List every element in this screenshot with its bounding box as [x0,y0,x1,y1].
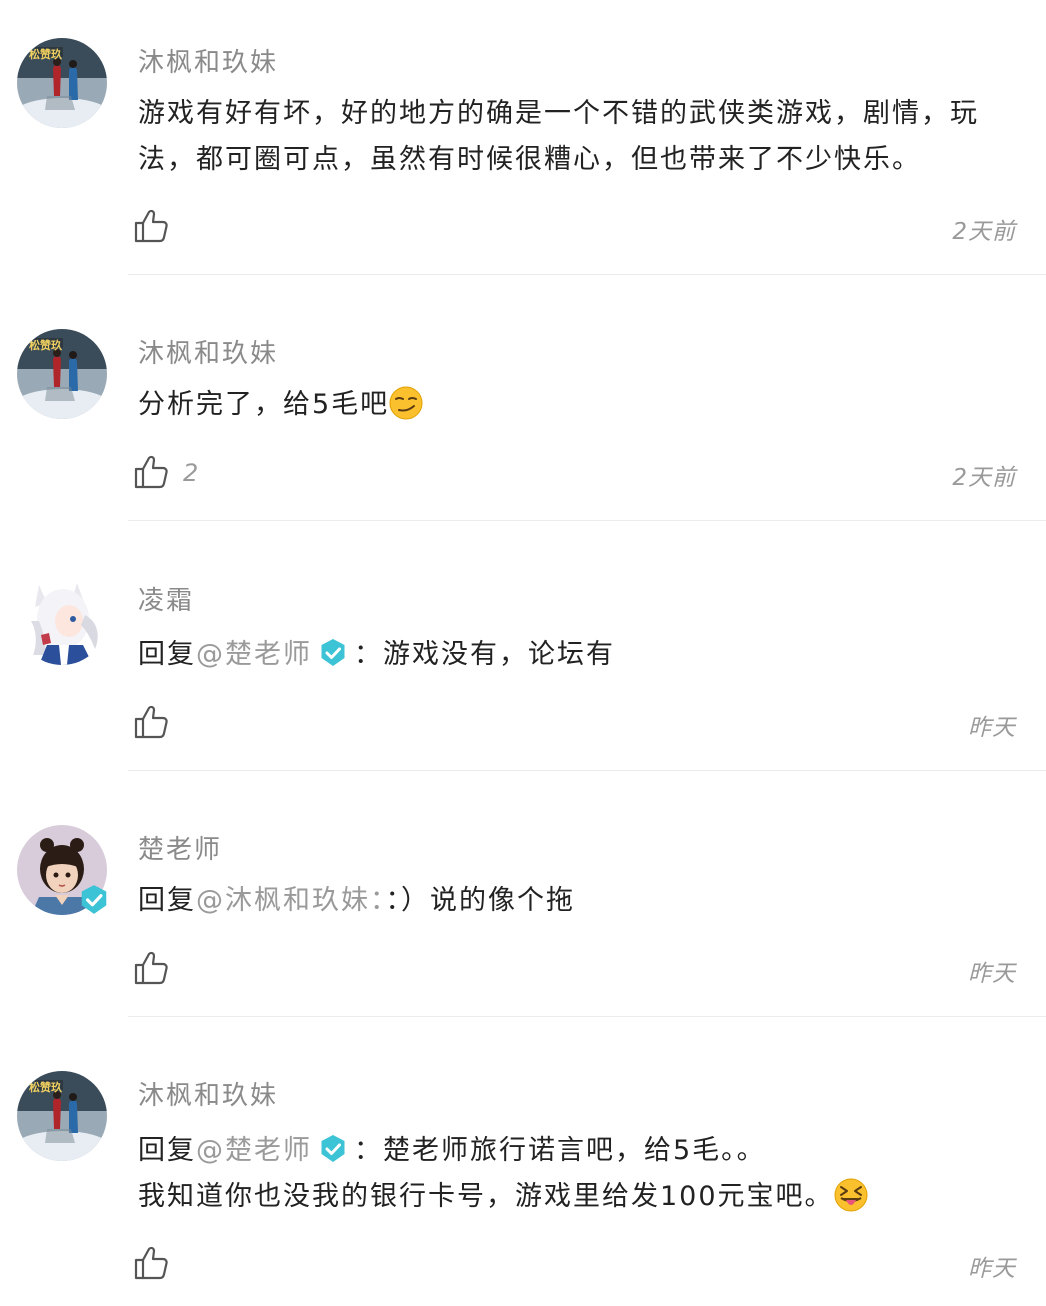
comment-author-name[interactable]: 沐枫和玖妹 [138,1075,278,1112]
mention-link[interactable]: @楚老师 [196,639,312,670]
comment-author-name[interactable]: 沐枫和玖妹 [138,42,278,79]
reply-prefix: 回复 [138,639,196,670]
comment-time: 昨天 [968,715,1016,741]
comment-author-name[interactable]: 楚老师 [138,829,222,866]
comment-line-2: 我知道你也没我的银行卡号，游戏里给发100元宝吧。 [138,1174,1018,1220]
comment-author-name[interactable]: 凌霜 [138,580,194,617]
like-icon[interactable] [133,454,169,490]
comment-text-content: 分析完了，给5毛吧 [138,389,390,420]
reply-prefix: 回复 [138,1135,196,1166]
comment-text: 回复@楚老师 ：游戏没有，论坛有 [138,632,1018,678]
like-icon[interactable] [133,704,169,740]
comment-author-name[interactable]: 沐枫和玖妹 [138,333,278,370]
avatar[interactable] [17,575,107,665]
avatar[interactable]: 松赞玖 [17,1071,107,1161]
divider [128,770,1046,771]
verified-badge-icon [318,638,348,668]
like-icon[interactable] [133,208,169,244]
comment-text: 回复@楚老师 ：楚老师旅行诺言吧，给5毛。。 我知道你也没我的银行卡号，游戏里给发… [138,1128,1018,1220]
comment-time: 昨天 [968,961,1016,987]
comment-text: 分析完了，给5毛吧 [138,382,1018,428]
avatar[interactable]: 松赞玖 [17,38,107,128]
avatar-logo-text: 松赞玖 [29,339,62,352]
comment-text: 游戏有好有坏，好的地方的确是一个不错的武侠类游戏，剧情，玩法，都可圈可点，虽然有… [138,98,979,175]
like-count: 2 [183,459,199,487]
comment-line-1: 回复@楚老师 ：楚老师旅行诺言吧，给5毛。。 [138,1128,1018,1174]
reply-text: ：楚老师旅行诺言吧，给5毛。。 [354,1135,766,1166]
avatar-logo-text: 松赞玖 [29,1081,62,1094]
verified-badge-icon [78,884,110,916]
reply-prefix: 回复 [138,885,196,916]
divider [128,274,1046,275]
reply-text-line2: 我知道你也没我的银行卡号，游戏里给发100元宝吧。 [138,1181,834,1212]
divider [128,520,1046,521]
comment-time: 2天前 [952,219,1016,245]
avatar[interactable]: 松赞玖 [17,329,107,419]
like-icon[interactable] [133,1245,169,1281]
verified-badge-icon [318,1134,348,1164]
comment-text: 回复@沐枫和玖妹：：）说的像个拖 [138,878,1018,924]
reply-text: ：游戏没有，论坛有 [354,639,615,670]
divider [128,1016,1046,1017]
mention-link[interactable]: @沐枫和玖妹： [196,885,386,916]
comment-time: 2天前 [952,465,1016,491]
reply-text: ：）说的像个拖 [385,885,575,916]
mention-link[interactable]: @楚老师 [196,1135,312,1166]
tongue-out-emoji-icon [834,1178,868,1212]
comment-time: 昨天 [968,1256,1016,1282]
like-icon[interactable] [133,950,169,986]
avatar-logo-text: 松赞玖 [29,48,62,61]
smirk-emoji-icon [389,386,423,420]
